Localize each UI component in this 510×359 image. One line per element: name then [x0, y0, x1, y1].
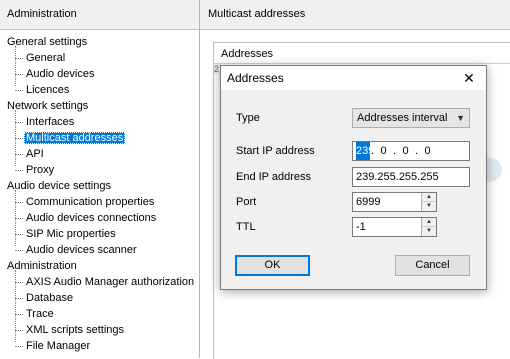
- tree-group-audio-device-settings[interactable]: Audio device settings: [0, 178, 199, 194]
- spin-down-icon[interactable]: ▼: [422, 202, 436, 211]
- type-label: Type: [236, 112, 260, 124]
- start-ip-octet-2[interactable]: 0: [375, 142, 392, 160]
- tree-item-xml-scripts-settings[interactable]: XML scripts settings: [0, 322, 199, 338]
- tree-item-multicast-addresses[interactable]: Multicast addresses: [0, 130, 199, 146]
- start-ip-octet-4[interactable]: 0: [419, 142, 436, 160]
- end-ip-label: End IP address: [236, 171, 312, 183]
- tree-item-database[interactable]: Database: [0, 290, 199, 306]
- ttl-spin-buttons: ▲ ▼: [421, 218, 436, 236]
- ok-button[interactable]: OK: [235, 255, 310, 276]
- ttl-stepper[interactable]: -1 ▲ ▼: [352, 217, 437, 237]
- tree-item-api[interactable]: API: [0, 146, 199, 162]
- type-select[interactable]: Addresses interval ▼: [352, 108, 470, 128]
- start-ip-field[interactable]: 239. 0. 0. 0: [352, 141, 470, 161]
- tree-item-file-manager[interactable]: File Manager: [0, 338, 199, 354]
- tree-group-administration[interactable]: Administration: [0, 258, 199, 274]
- navigation-tree: General settings General Audio devices L…: [0, 30, 199, 354]
- dialog-titlebar[interactable]: Addresses ✕: [221, 66, 486, 90]
- ttl-value: -1: [356, 221, 366, 233]
- tree-group-network-settings[interactable]: Network settings: [0, 98, 199, 114]
- tree-item-general[interactable]: General: [0, 50, 199, 66]
- start-ip-label: Start IP address: [236, 145, 315, 157]
- port-stepper[interactable]: 6999 ▲ ▼: [352, 192, 437, 212]
- tree-item-interfaces[interactable]: Interfaces: [0, 114, 199, 130]
- navigation-panel: Administration General settings General …: [0, 0, 200, 358]
- content-panel-header: Multicast addresses: [200, 0, 510, 30]
- start-ip-octet-1[interactable]: 239: [356, 142, 374, 160]
- spin-up-icon[interactable]: ▲: [422, 193, 436, 202]
- end-ip-field[interactable]: 239.255.255.255: [352, 167, 470, 187]
- close-icon[interactable]: ✕: [458, 68, 480, 88]
- cancel-button[interactable]: Cancel: [395, 255, 470, 276]
- port-value: 6999: [356, 196, 381, 208]
- tree-item-sip-mic-properties[interactable]: SIP Mic properties: [0, 226, 199, 242]
- tree-item-communication-properties[interactable]: Communication properties: [0, 194, 199, 210]
- tree-item-licences[interactable]: Licences: [0, 82, 199, 98]
- ttl-label: TTL: [236, 221, 256, 233]
- addresses-column-header[interactable]: Addresses: [214, 43, 510, 64]
- dialog-body: Type Addresses interval ▼ Start IP addre…: [221, 90, 486, 289]
- tree-group-general-settings[interactable]: General settings: [0, 34, 199, 50]
- dialog-title: Addresses: [227, 71, 284, 85]
- tree-item-axis-audio-manager-authorization[interactable]: AXIS Audio Manager authorization: [0, 274, 199, 290]
- spin-down-icon[interactable]: ▼: [422, 227, 436, 236]
- tree-item-proxy[interactable]: Proxy: [0, 162, 199, 178]
- type-select-value: Addresses interval: [357, 112, 448, 124]
- addresses-dialog: Addresses ✕ Type Addresses interval ▼ St…: [220, 65, 487, 290]
- chevron-down-icon: ▼: [456, 113, 465, 123]
- tree-item-trace[interactable]: Trace: [0, 306, 199, 322]
- port-label: Port: [236, 196, 257, 208]
- navigation-panel-header: Administration: [0, 0, 199, 30]
- tree-item-audio-devices-connections[interactable]: Audio devices connections: [0, 210, 199, 226]
- start-ip-octet-3[interactable]: 0: [397, 142, 414, 160]
- tree-item-audio-devices[interactable]: Audio devices: [0, 66, 199, 82]
- port-spin-buttons: ▲ ▼: [421, 193, 436, 211]
- tree-item-audio-devices-scanner[interactable]: Audio devices scanner: [0, 242, 199, 258]
- spin-up-icon[interactable]: ▲: [422, 218, 436, 227]
